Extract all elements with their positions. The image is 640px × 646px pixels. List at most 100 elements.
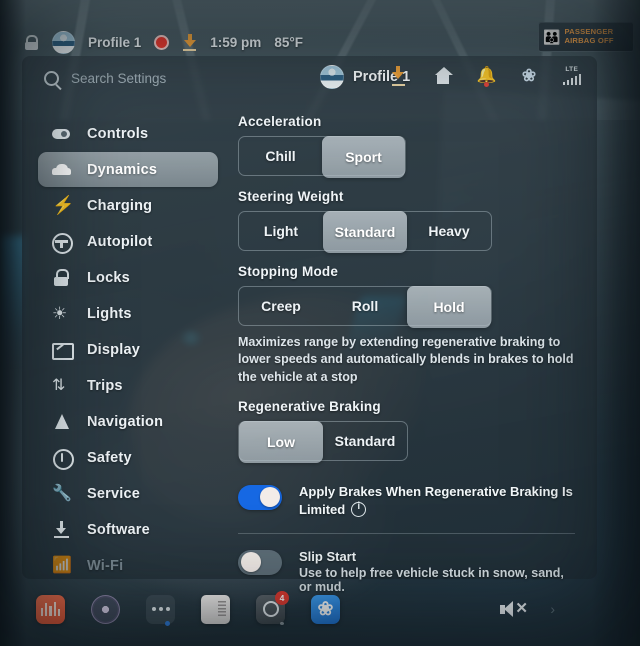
stopping-mode-description: Maximizes range by extending regenerativ… <box>238 335 574 384</box>
airbag-label-line2: AIRBAG OFF <box>564 36 614 45</box>
passenger-airbag-indicator: 👪 PASSENGER AIRBAG OFF <box>538 22 634 52</box>
trips-icon: ⇅ <box>52 377 66 394</box>
acceleration-section: Acceleration Chill Sport <box>238 114 575 178</box>
regenerative-braking-section: Regenerative Braking Low Standard <box>238 398 575 463</box>
steering-option-light[interactable]: Light <box>239 212 323 250</box>
tesla-touchscreen: Profile 1 1:59 pm 85°F 👪 PASSENGER AIRBA… <box>0 0 640 646</box>
unlock-icon[interactable] <box>24 34 39 50</box>
avatar <box>320 65 344 89</box>
apply-brakes-toggle[interactable] <box>238 484 282 510</box>
sidebar-item-software[interactable]: Software <box>38 512 218 547</box>
toggle-icon <box>52 124 71 143</box>
header-icons: 🔔 ❀ LTE <box>391 66 581 87</box>
search-input[interactable] <box>71 70 251 86</box>
sidebar-item-label: Service <box>87 485 140 502</box>
bezel-right-shadow <box>592 0 640 646</box>
sidebar-item-dynamics[interactable]: Dynamics <box>38 152 218 187</box>
regen-option-standard[interactable]: Standard <box>323 422 407 460</box>
sidebar-item-navigation[interactable]: Navigation <box>38 404 218 439</box>
home-icon[interactable] <box>434 66 453 85</box>
chevron-right-icon[interactable]: › <box>550 601 555 617</box>
bluetooth-icon[interactable]: ❀ <box>520 66 539 85</box>
sidebar-item-label: Lights <box>87 305 132 322</box>
bluetooth-app-icon[interactable]: ❀ <box>311 594 340 624</box>
sidebar-item-safety[interactable]: Safety <box>38 440 218 475</box>
section-title: Steering Weight <box>238 189 344 204</box>
search-bar[interactable] <box>22 70 254 86</box>
steering-option-standard[interactable]: Standard <box>323 211 407 253</box>
volume-knob-icon[interactable] <box>91 594 120 624</box>
info-circle-icon <box>52 448 74 470</box>
section-title: Regenerative Braking <box>238 398 381 414</box>
sidebar-item-display[interactable]: Display <box>38 332 218 367</box>
display-icon <box>52 340 74 360</box>
sidebar-item-label: Controls <box>87 125 149 142</box>
airbag-icon: 👪 <box>543 29 561 45</box>
bolt-icon: ⚡ <box>52 195 75 215</box>
stopping-option-hold[interactable]: Hold <box>407 286 491 328</box>
divider <box>238 532 575 534</box>
download-icon[interactable] <box>182 34 197 51</box>
settings-content: Acceleration Chill Sport Steering Weight… <box>218 100 597 594</box>
avatar[interactable] <box>52 30 75 54</box>
panel-body: Controls Dynamics ⚡ Charging Autopilot L… <box>22 100 597 594</box>
more-options-icon[interactable] <box>146 594 175 624</box>
panel-header: Profile 1 🔔 ❀ LTE <box>22 56 597 100</box>
acceleration-option-chill[interactable]: Chill <box>239 137 322 175</box>
record-dot-icon[interactable] <box>154 34 170 50</box>
info-icon[interactable] <box>351 501 367 517</box>
taskbar: 4 ❀ ✕ › <box>22 586 597 632</box>
regen-option-low[interactable]: Low <box>239 420 323 463</box>
camera-app-icon[interactable]: 4 <box>256 590 289 624</box>
sidebar-item-label: Charging <box>87 197 153 214</box>
card-app-icon[interactable] <box>201 594 230 624</box>
sun-icon: ☀ <box>52 304 68 323</box>
sidebar-item-label: Dynamics <box>87 161 158 178</box>
taskbar-indicator-dot-2 <box>280 622 284 625</box>
bell-icon[interactable]: 🔔 <box>477 66 496 87</box>
sidebar-item-label: Trips <box>87 377 123 394</box>
sidebar-item-charging[interactable]: ⚡ Charging <box>38 188 218 223</box>
status-bar: Profile 1 1:59 pm 85°F <box>24 26 584 58</box>
acceleration-option-sport[interactable]: Sport <box>322 136 405 178</box>
sidebar-item-service[interactable]: 🔧 Service <box>38 476 218 511</box>
stopping-option-creep[interactable]: Creep <box>239 287 323 325</box>
apply-brakes-label: Apply Brakes When Regenerative Braking I… <box>299 483 573 517</box>
acceleration-segmented-control: Chill Sport <box>238 136 406 178</box>
status-temperature: 85°F <box>274 34 303 50</box>
steering-weight-section: Steering Weight Light Standard Heavy <box>238 189 575 253</box>
sidebar-item-controls[interactable]: Controls <box>38 116 218 151</box>
navigation-arrow-icon <box>52 412 71 431</box>
sidebar-item-label: Navigation <box>87 413 164 430</box>
sidebar-item-lights[interactable]: ☀ Lights <box>38 296 218 331</box>
status-time: 1:59 pm <box>210 34 262 50</box>
slip-start-toggle[interactable] <box>238 549 282 575</box>
signal-bars-icon <box>562 74 581 85</box>
sidebar-item-autopilot[interactable]: Autopilot <box>38 224 218 259</box>
volume-muted-icon[interactable]: ✕ <box>500 600 530 619</box>
steering-wheel-icon <box>52 232 73 254</box>
lock-icon <box>52 268 71 287</box>
audio-app-icon[interactable] <box>36 594 65 624</box>
steering-option-heavy[interactable]: Heavy <box>407 212 491 250</box>
sidebar-item-trips[interactable]: ⇅ Trips <box>38 368 218 403</box>
stopping-option-roll[interactable]: Roll <box>323 287 407 325</box>
taskbar-indicator-dot <box>165 621 170 626</box>
sidebar-item-label: Wi-Fi <box>87 557 124 574</box>
airbag-label-line1: PASSENGER <box>564 27 614 37</box>
settings-panel: Profile 1 🔔 ❀ LTE Controls <box>22 56 597 594</box>
sidebar-item-locks[interactable]: Locks <box>38 260 218 295</box>
section-title: Acceleration <box>238 114 322 129</box>
stopping-mode-section: Stopping Mode Creep Roll Hold Maximizes … <box>238 264 575 386</box>
steering-weight-segmented-control: Light Standard Heavy <box>238 211 492 253</box>
download-icon <box>52 520 71 539</box>
sidebar-item-label: Software <box>87 521 150 538</box>
sidebar-item-wifi[interactable]: 📶 Wi-Fi <box>38 548 218 583</box>
wifi-icon: 📶 <box>52 557 72 574</box>
wrench-icon: 🔧 <box>52 485 72 502</box>
status-profile-name[interactable]: Profile 1 <box>88 35 141 50</box>
download-icon[interactable] <box>391 66 410 86</box>
section-title: Stopping Mode <box>238 264 339 279</box>
slip-start-label: Slip Start <box>299 548 357 564</box>
car-icon <box>52 160 71 179</box>
